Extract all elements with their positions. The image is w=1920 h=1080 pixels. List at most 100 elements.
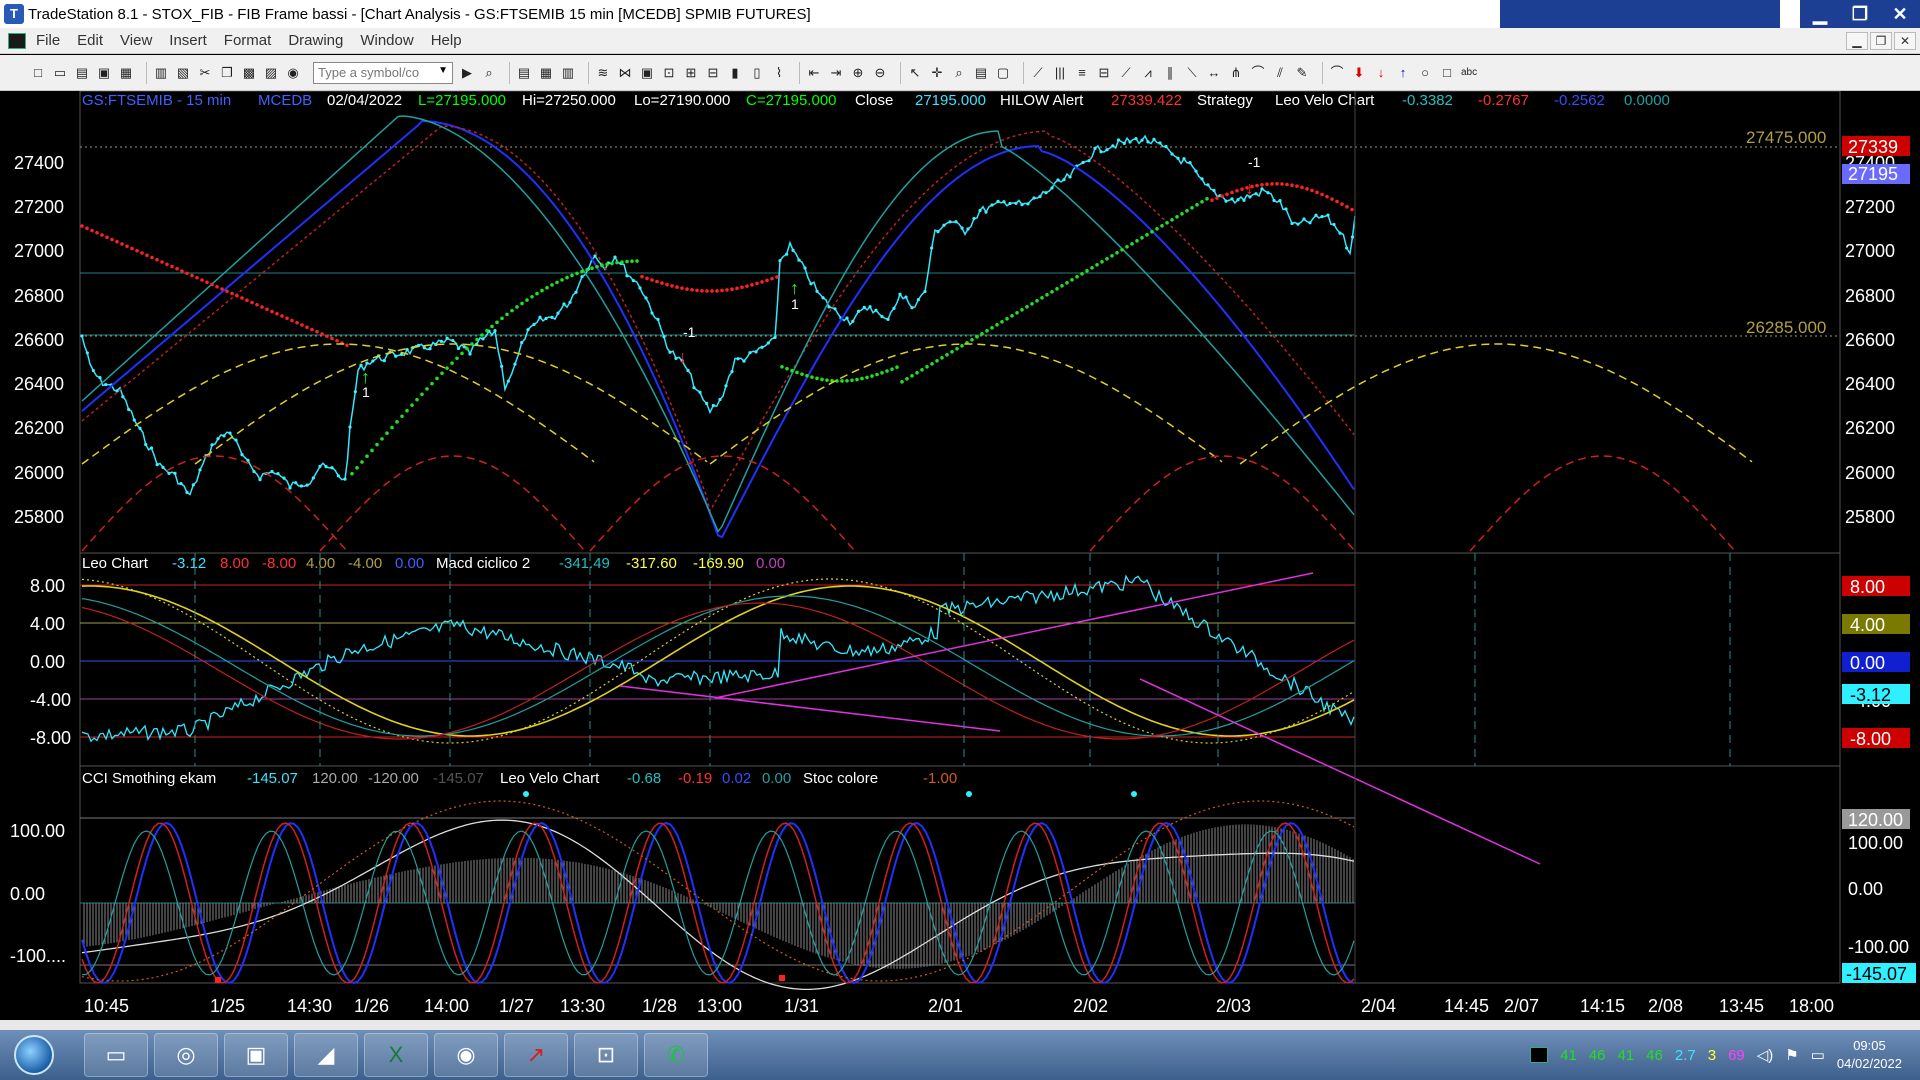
fib-retracement-icon[interactable]: ⊟ — [1096, 65, 1112, 81]
go-arrow-icon[interactable]: ▶ — [459, 65, 475, 81]
copy-icon[interactable]: ❐ — [219, 65, 235, 81]
link-icon[interactable]: ▨ — [263, 65, 279, 81]
bar-chart-icon[interactable]: ▮ — [727, 65, 743, 81]
new-file-icon[interactable]: □ — [30, 65, 46, 81]
strategy-icon[interactable]: ▣ — [639, 65, 655, 81]
line-chart-icon[interactable]: ⌇ — [771, 65, 787, 81]
arrow-up-icon[interactable]: ↑ — [1395, 65, 1411, 81]
parallel-lines-icon[interactable]: ⫽ — [1272, 65, 1288, 81]
system-clock[interactable]: 09:05 04/02/2022 — [1837, 1037, 1902, 1073]
network-app-taskbar-icon[interactable]: ▣ — [224, 1033, 288, 1077]
trendline-icon[interactable]: ⟋ — [1030, 65, 1046, 81]
time-tick: 2/02 — [1073, 996, 1108, 1016]
mdi-restore-button[interactable]: ❐ — [1870, 32, 1892, 50]
crosshair-icon[interactable]: ✛ — [929, 65, 945, 81]
ellipse-icon[interactable]: ○ — [1417, 65, 1433, 81]
chart-canvas[interactable]: GS:FTSEMIB - 15 min MCEDB 02/04/2022 L=2… — [0, 90, 1920, 1020]
freehand-icon[interactable]: ✎ — [1294, 65, 1310, 81]
format-window-icon[interactable]: ⊞ — [683, 65, 699, 81]
flag-icon[interactable]: ⚑ — [1785, 1046, 1798, 1064]
chart-analysis-window[interactable]: GS:FTSEMIB - 15 min MCEDB 02/04/2022 L=2… — [0, 90, 1920, 1020]
tray-number: 46 — [1588, 1046, 1606, 1064]
volume-icon[interactable]: ◁) — [1757, 1046, 1774, 1064]
chevron-down-icon[interactable]: ▼ — [438, 65, 448, 76]
hilow-dot-green — [1170, 218, 1174, 222]
status-close-value: 27195.000 — [915, 92, 986, 109]
channel-icon[interactable]: ∥ — [1162, 65, 1178, 81]
save-all-icon[interactable]: ▦ — [118, 65, 134, 81]
magnifier-icon[interactable]: ⌕ — [951, 65, 967, 81]
save-icon[interactable]: ▣ — [96, 65, 112, 81]
arrow-down-red-icon[interactable]: ↓ — [1373, 65, 1389, 81]
chart-window-icon[interactable] — [8, 32, 26, 49]
andrews-pitchfork-icon[interactable]: ⋔ — [1228, 65, 1244, 81]
menu-window[interactable]: Window — [360, 32, 413, 49]
menu-view[interactable]: View — [120, 32, 152, 49]
data-window-icon[interactable]: ▤ — [973, 65, 989, 81]
text-abc-icon[interactable]: abc — [1461, 65, 1477, 81]
lock-icon[interactable]: ▩ — [241, 65, 257, 81]
explorer-taskbar-icon[interactable]: ▭ — [84, 1033, 148, 1077]
horizontal-scrollbar[interactable] — [0, 1020, 1920, 1030]
print-icon[interactable]: ▥ — [153, 65, 169, 81]
network-icon[interactable]: ▭ — [1811, 1046, 1825, 1064]
windows-taskbar: ▭ ◎ ▣ ◢ X ◉ ↗ ⊡ ✆ 41 46 41 46 2.7 3 69 ◁… — [0, 1030, 1920, 1080]
open-folder-icon[interactable]: ▭ — [52, 65, 68, 81]
menu-drawing[interactable]: Drawing — [288, 32, 343, 49]
indicator-icon[interactable]: ⋈ — [617, 65, 633, 81]
candlestick-icon[interactable]: ▯ — [749, 65, 765, 81]
snipping-taskbar-icon[interactable]: ⊡ — [574, 1033, 638, 1077]
regression-icon[interactable]: ⟍ — [1184, 65, 1200, 81]
rectangle-icon[interactable]: □ — [1439, 65, 1455, 81]
symbol-lookup-icon[interactable]: ⌕ — [481, 65, 497, 81]
vertical-lines-icon[interactable]: ||| — [1052, 65, 1068, 81]
speed-lines-icon[interactable]: ⟋ — [1118, 65, 1134, 81]
close-button[interactable]: ✕ — [1880, 0, 1920, 28]
price-dot — [85, 351, 89, 355]
chart-app-taskbar-icon[interactable]: ↗ — [504, 1033, 568, 1077]
pointer-icon[interactable]: ↖ — [907, 65, 923, 81]
chart-window-new-icon[interactable]: ▤ — [516, 65, 532, 81]
zoom-in-icon[interactable]: ⊕ — [850, 65, 866, 81]
open-workspace-icon[interactable]: ▤ — [74, 65, 90, 81]
tray-stock-icon[interactable] — [1530, 1047, 1549, 1063]
cut-icon[interactable]: ✂ — [197, 65, 213, 81]
excel-taskbar-icon[interactable]: X — [364, 1033, 428, 1077]
menu-edit[interactable]: Edit — [77, 32, 103, 49]
horizontal-line-icon[interactable]: ↔ — [1206, 65, 1222, 81]
whatsapp-taskbar-icon[interactable]: ✆ — [644, 1033, 708, 1077]
print-preview-icon[interactable]: ▧ — [175, 65, 191, 81]
price-dot — [1002, 200, 1006, 204]
globe-taskbar-icon[interactable]: ◉ — [434, 1033, 498, 1077]
gann-fan-icon[interactable]: ⩘ — [1140, 65, 1156, 81]
cycle-lines-icon[interactable]: ⌒ — [1250, 65, 1266, 81]
mdi-minimize-button[interactable]: ▁ — [1846, 32, 1868, 50]
arc-icon[interactable]: ⌒ — [1329, 65, 1345, 81]
symbol-input[interactable]: Type a symbol/co ▼ — [313, 61, 453, 84]
horizontal-lines-icon[interactable]: ≡ — [1074, 65, 1090, 81]
format-analysis-icon[interactable]: ⊟ — [705, 65, 721, 81]
menu-help[interactable]: Help — [431, 32, 462, 49]
menu-format[interactable]: Format — [224, 32, 272, 49]
symbol-placeholder: Type a symbol/co — [318, 64, 420, 80]
start-button[interactable] — [14, 1035, 54, 1075]
scroll-left-icon[interactable]: ⇤ — [806, 65, 822, 81]
menu-file[interactable]: File — [36, 32, 60, 49]
maximize-button[interactable]: ❐ — [1840, 0, 1880, 28]
mdi-close-button[interactable]: ✕ — [1894, 32, 1916, 50]
zoom-out-icon[interactable]: ⊖ — [872, 65, 888, 81]
arrow-down-icon[interactable]: ⬇ — [1351, 65, 1367, 81]
tradestation-taskbar-icon[interactable]: ◢ — [294, 1033, 358, 1077]
scroll-right-icon[interactable]: ⇥ — [828, 65, 844, 81]
minimize-button[interactable]: ▁ — [1800, 0, 1840, 28]
text-icon[interactable]: ▢ — [995, 65, 1011, 81]
matrix-icon[interactable]: ▥ — [560, 65, 576, 81]
menu-insert[interactable]: Insert — [169, 32, 207, 49]
chrome-taskbar-icon[interactable]: ◎ — [154, 1033, 218, 1077]
price-panel[interactable] — [79, 90, 1841, 554]
hilow-dot-red — [745, 284, 749, 288]
globe-icon[interactable]: ◉ — [285, 65, 301, 81]
format-symbol-icon[interactable]: ⊡ — [661, 65, 677, 81]
insert-analysis-icon[interactable]: ≋ — [595, 65, 611, 81]
radar-screen-icon[interactable]: ▦ — [538, 65, 554, 81]
